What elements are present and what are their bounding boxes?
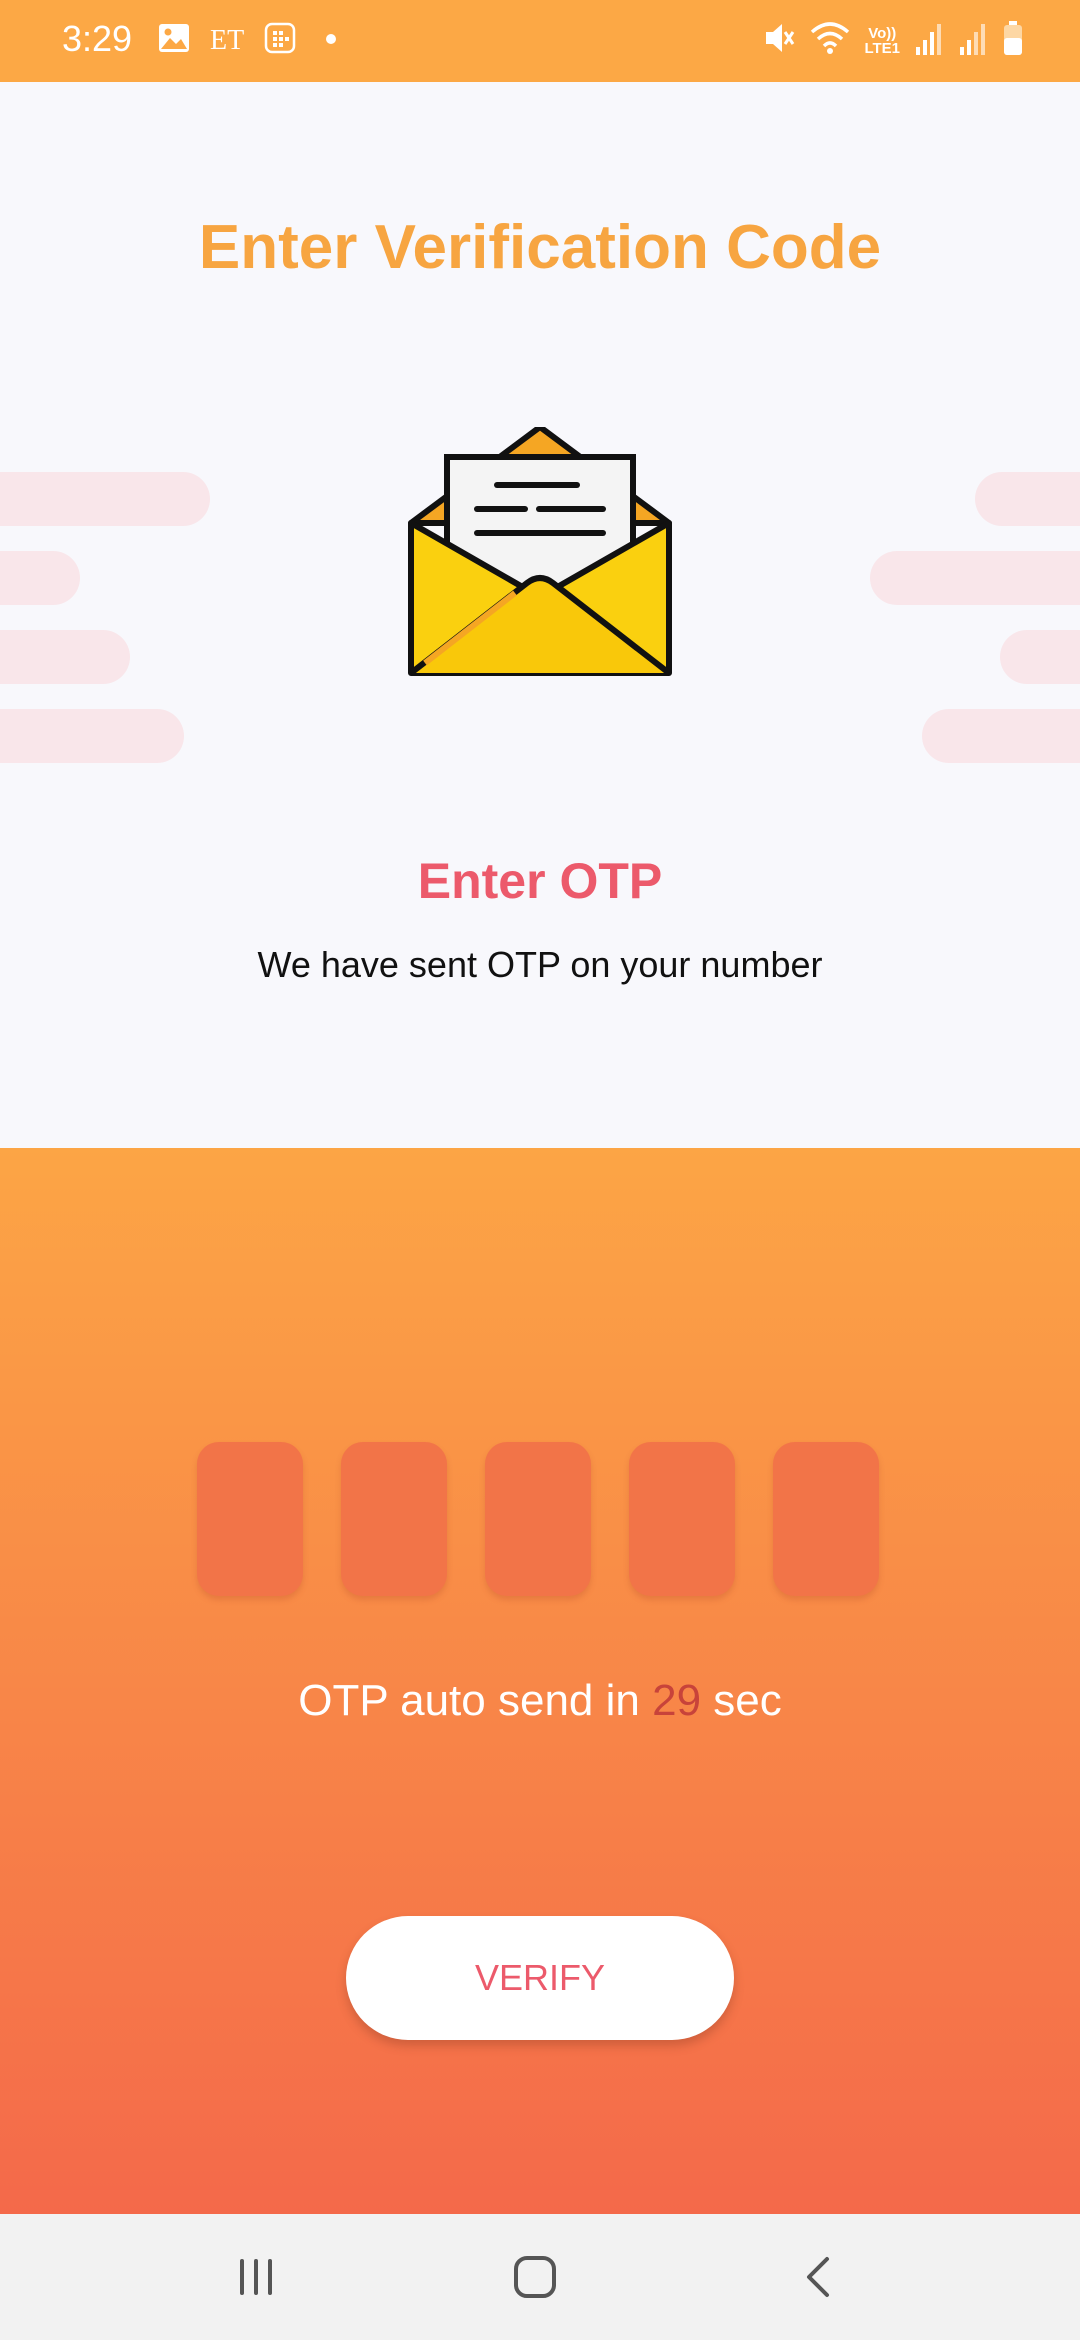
otp-digit-1[interactable]: [197, 1442, 303, 1596]
timer-count: 29: [652, 1676, 702, 1725]
envelope-letter-icon: [405, 424, 675, 677]
decorative-bar: [870, 551, 1080, 605]
otp-subtitle: We have sent OTP on your number: [257, 944, 823, 985]
carrier-text: ET: [210, 24, 245, 56]
decorative-bar: [1000, 630, 1080, 684]
signal-icon: [914, 21, 944, 60]
otp-digit-3[interactable]: [485, 1442, 591, 1596]
status-right-icons: Vo)) LTE1: [762, 20, 1024, 61]
navigation-bar: [0, 2214, 1080, 2340]
otp-timer: OTP auto send in 29 sec: [0, 1676, 1080, 1726]
timer-prefix: OTP auto send in: [298, 1676, 640, 1725]
gallery-icon: [158, 23, 190, 58]
header-section: Enter Verification Code Enter OTP We hav…: [0, 82, 1080, 1148]
decorative-bar: [0, 472, 210, 526]
mute-icon: [762, 20, 796, 61]
home-icon[interactable]: [490, 2242, 580, 2312]
network-label: Vo)) LTE1: [864, 24, 900, 57]
signal-icon: [958, 21, 988, 60]
battery-icon: [1002, 20, 1024, 61]
wifi-icon: [810, 20, 850, 61]
back-icon[interactable]: [773, 2242, 863, 2312]
recent-apps-icon[interactable]: [211, 2242, 301, 2312]
timer-suffix: sec: [713, 1676, 782, 1725]
verify-button[interactable]: VERIFY: [346, 1916, 734, 2040]
decorative-bar: [0, 709, 184, 763]
otp-input-section: OTP auto send in 29 sec VERIFY: [0, 1148, 1080, 2214]
otp-digit-2[interactable]: [341, 1442, 447, 1596]
decorative-bar: [975, 472, 1080, 526]
decorative-bar: [922, 709, 1080, 763]
otp-heading: Enter OTP: [417, 853, 663, 909]
status-bar: 3:29 ET Vo)) LTE1: [0, 0, 1080, 82]
page-title: Enter Verification Code: [198, 213, 882, 282]
status-left-icons: ET: [158, 22, 346, 59]
dot-icon: [316, 32, 346, 50]
status-time: 3:29: [62, 18, 133, 59]
otp-digit-4[interactable]: [629, 1442, 735, 1596]
otp-digit-5[interactable]: [773, 1442, 879, 1596]
otp-input-group: [197, 1442, 879, 1596]
calendar-icon: [264, 22, 296, 59]
decorative-bar: [0, 630, 130, 684]
decorative-bar: [0, 551, 80, 605]
